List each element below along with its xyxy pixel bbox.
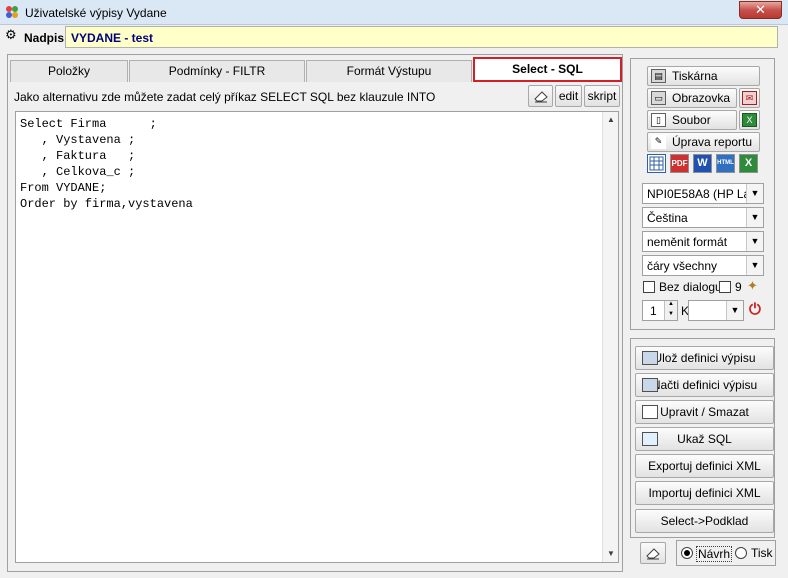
ukaz-label: Ukaž SQL [677,432,732,446]
bez-dialogu-checkbox[interactable] [643,281,655,293]
chevron-down-icon[interactable]: ▼ [746,232,763,251]
window-title: Uživatelské výpisy Vydane [25,6,167,20]
tiskarna-label: Tiskárna [672,69,718,83]
skript-button[interactable]: skript [584,85,620,107]
ukaz-sql-button[interactable]: Ukaž SQL [635,427,774,451]
scroll-down-icon[interactable]: ▼ [603,546,619,562]
nadpis-row: ⚙ Nadpis VYDANE - test [0,25,788,51]
nine-label: 9 [735,280,742,294]
chevron-down-icon[interactable]: ▼ [746,184,763,203]
uloz-definici-button[interactable]: Ulož definici výpisu [635,346,774,370]
gear-icon[interactable]: ⚙ [5,27,17,43]
select-podklad-button[interactable]: Select->Podklad [635,509,774,533]
nacti-label: Načti definici výpisu [651,378,758,392]
printer-select[interactable]: NPI0E58A8 (HP LaserJet) ▼ [642,183,764,204]
excel-export-icon[interactable]: X [739,154,758,173]
upravit-label: Upravit / Smazat [660,405,749,419]
eraser-icon [646,548,660,560]
magnifier-icon [642,432,658,446]
output-panel: ▤ Tiskárna ▭ Obrazovka ✉ ▯ Soubor X ✎ Úp… [630,58,775,330]
tab-polozky[interactable]: Položky [10,60,128,82]
stepper-up-icon[interactable]: ▲ [664,301,677,311]
eraser-icon [533,91,548,103]
nadpis-label: Nadpis [24,31,65,45]
lines-value: čáry všechny [647,259,718,273]
actions-panel: Ulož definici výpisu Načti definici výpi… [630,338,775,538]
main-panel: Položky Podmínky - FILTR Formát Výstupu … [7,54,623,572]
grid-icon [649,156,664,171]
bez-dialogu-label: Bez dialogu [659,280,722,294]
language-value: Čeština [647,211,688,225]
uprava-reportu-label: Úprava reportu [672,135,753,149]
scroll-up-icon[interactable]: ▲ [603,112,619,128]
k-select[interactable]: ▼ [688,300,744,321]
obrazovka-label: Obrazovka [672,91,731,105]
printer-icon: ▤ [651,69,666,83]
chevron-down-icon[interactable]: ▼ [746,256,763,275]
format-value: neměnit formát [647,235,728,249]
title-bar: Uživatelské výpisy Vydane ✕ [0,0,788,25]
soubor-label: Soubor [672,113,711,127]
clear-button[interactable] [640,542,666,564]
sql-scrollbar[interactable]: ▲ ▼ [602,112,618,562]
eraser-button[interactable] [528,85,553,107]
sql-hint-text: Jako alternativu zde můžete zadat celý p… [14,90,436,104]
file-icon: ▯ [651,113,666,127]
monitor-icon: ▭ [651,91,666,105]
pdf-icon[interactable]: PDF [670,154,689,173]
tab-format-vystupu[interactable]: Formát Výstupu [306,60,472,82]
navrh-radio[interactable] [681,547,693,559]
tiskarna-button[interactable]: ▤ Tiskárna [647,66,760,86]
tool-icon[interactable]: ✦ [747,278,758,294]
importuj-xml-button[interactable]: Importuj definici XML [635,481,774,505]
edit-icon [642,405,658,419]
email-icon: ✉ [742,91,757,105]
power-icon[interactable]: ⏻ [749,301,761,318]
soubor-button[interactable]: ▯ Soubor [647,110,737,130]
edit-button[interactable]: edit [555,85,582,107]
format-select[interactable]: neměnit formát ▼ [642,231,764,252]
sql-editor[interactable]: Select Firma ; , Vystavena ; , Faktura ;… [15,111,619,563]
tisk-radio[interactable] [735,547,747,559]
lines-select[interactable]: čáry všechny ▼ [642,255,764,276]
html-icon[interactable]: HTML [716,154,735,173]
chevron-down-icon[interactable]: ▼ [726,301,743,320]
tab-select-sql[interactable]: Select - SQL [473,57,622,82]
load-icon [642,378,658,392]
excel-button[interactable]: X [739,110,760,130]
uloz-label: Ulož definici výpisu [653,351,756,365]
close-button[interactable]: ✕ [739,1,782,19]
upravit-smazat-button[interactable]: Upravit / Smazat [635,400,774,424]
exportuj-xml-button[interactable]: Exportuj definici XML [635,454,774,478]
word-icon[interactable]: W [693,154,712,173]
app-icon [6,6,18,18]
nadpis-input[interactable]: VYDANE - test [65,26,778,48]
sql-text[interactable]: Select Firma ; , Vystavena ; , Faktura ;… [20,116,193,212]
nacti-definici-button[interactable]: Načti definici výpisu [635,373,774,397]
tisk-label: Tisk [751,546,773,560]
obrazovka-button[interactable]: ▭ Obrazovka [647,88,737,108]
uprava-reportu-button[interactable]: ✎ Úprava reportu [647,132,760,152]
mode-group: Návrh Tisk [676,540,776,566]
tab-podminky-filtr[interactable]: Podmínky - FILTR [129,60,305,82]
mode-bar: Návrh Tisk [630,540,780,572]
copies-stepper[interactable]: 1 ▲ ▼ [642,300,678,321]
navrh-label: Návrh [696,546,733,562]
nine-checkbox[interactable] [719,281,731,293]
stepper-down-icon[interactable]: ▼ [664,311,677,320]
chevron-down-icon[interactable]: ▼ [746,208,763,227]
excel-icon: X [742,113,757,127]
email-button[interactable]: ✉ [739,88,760,108]
table-icon[interactable] [647,154,666,173]
copies-value: 1 [650,304,657,318]
save-icon [642,351,658,365]
wand-icon: ✎ [651,135,666,149]
language-select[interactable]: Čeština ▼ [642,207,764,228]
